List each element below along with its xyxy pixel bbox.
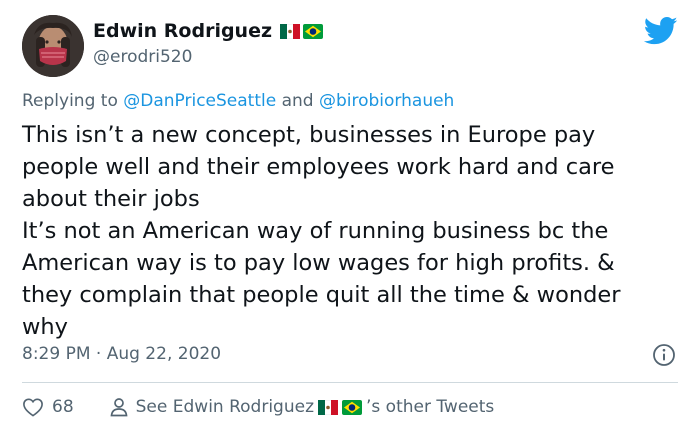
heart-icon [23,398,43,417]
mexico-flag-icon [318,399,338,415]
replying-to-line: Replying to @DanPriceSeattle and @birobi… [22,91,454,111]
see-other-tweets-prefix: See Edwin Rodriguez [135,397,314,417]
tweet-timestamp[interactable]: 8:29 PM · Aug 22, 2020 [22,344,221,364]
mention-link-danpriceseattle[interactable]: @DanPriceSeattle [123,91,276,111]
display-name[interactable]: Edwin Rodriguez [93,20,272,42]
mention-link-birobiorhaueh[interactable]: @birobiorhaueh [319,91,454,111]
replying-joiner: and [281,91,314,111]
twitter-bird-icon[interactable] [644,16,678,46]
tweet-actions: 68 See Edwin Rodriguez ’s other Tweets [22,397,494,417]
replying-prefix: Replying to [22,91,118,111]
person-icon [110,398,128,417]
like-button[interactable]: 68 [22,397,74,417]
brazil-flag-icon [342,399,362,415]
brazil-flag-icon [303,23,324,39]
avatar-photo [22,15,84,77]
see-other-tweets-link[interactable]: See Edwin Rodriguez ’s other Tweets [110,397,495,417]
see-other-tweets-suffix: ’s other Tweets [366,397,495,417]
info-icon[interactable] [652,343,676,367]
divider [22,382,678,383]
flag-emojis [280,23,324,39]
like-count: 68 [52,397,74,417]
author-name-row[interactable]: Edwin Rodriguez [93,20,324,42]
mexico-flag-icon [280,23,301,39]
user-handle[interactable]: @erodri520 [93,47,192,67]
avatar[interactable] [22,15,84,77]
tweet-text: This isn’t a new concept, businesses in … [22,122,621,340]
